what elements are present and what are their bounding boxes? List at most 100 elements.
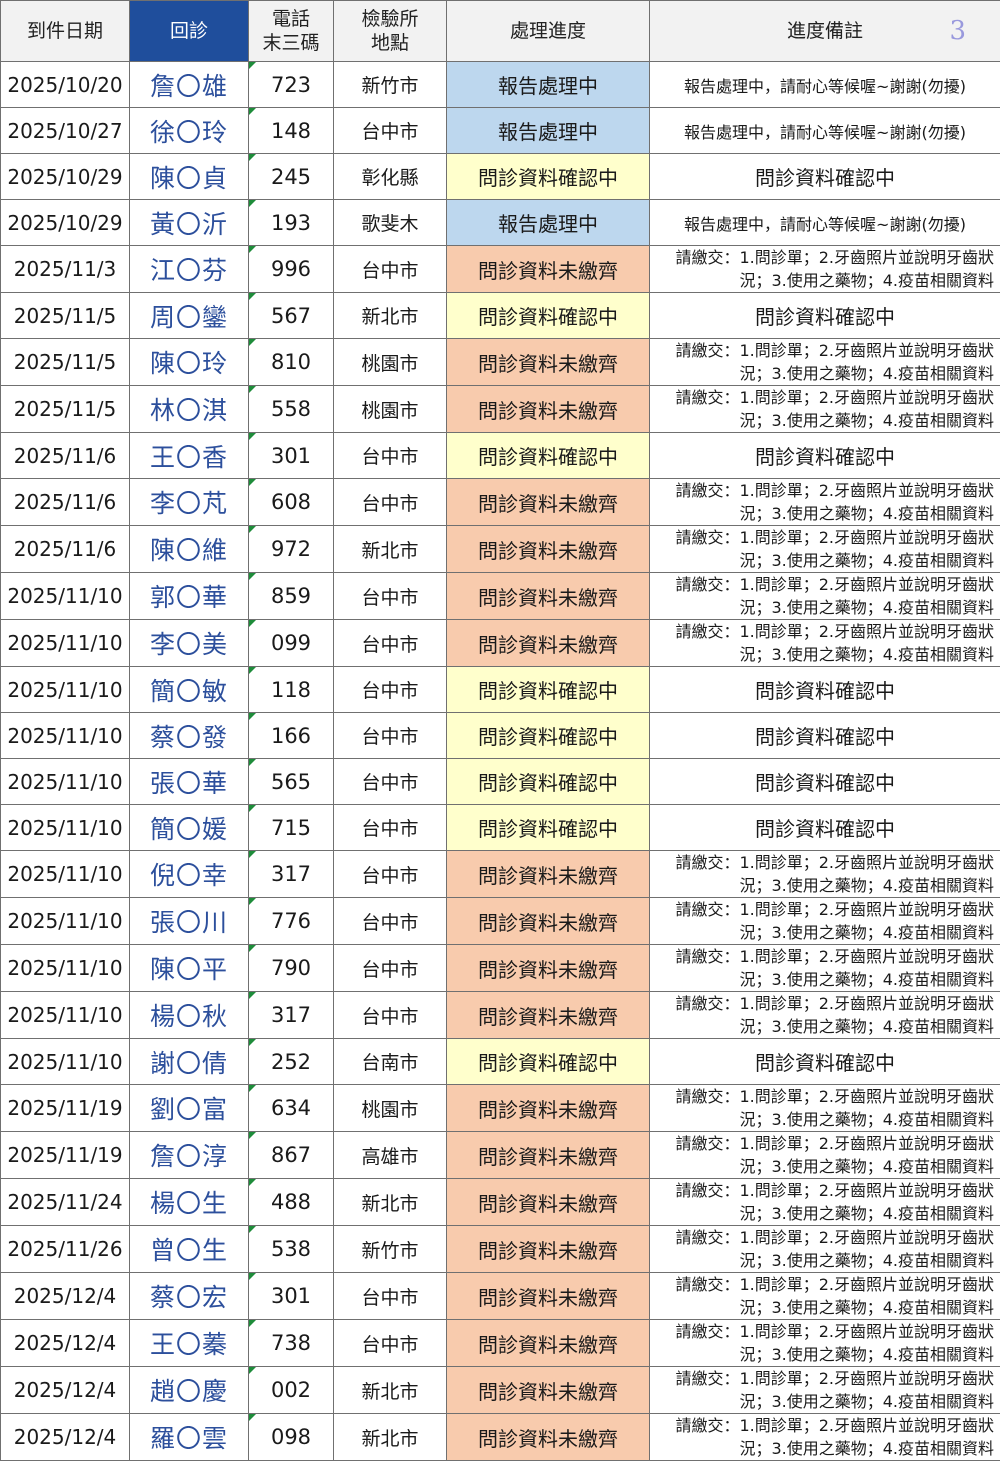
cell-date: 2025/11/10 [1,759,130,805]
cell-tel: 867 [249,1132,334,1179]
cell-note: 請繳交：1.問診單；2.牙齒照片並說明牙齒狀況；3.使用之藥物；4.疫苗相關資料 [650,526,1000,573]
cell-status: 問診資料未繳齊 [447,1085,650,1132]
table-row: 2025/10/27徐〇玲148台中市報告處理中報告處理中，請耐心等候喔~謝謝(… [1,108,1000,154]
cell-location: 台中市 [334,667,447,713]
cell-status: 報告處理中 [447,200,650,246]
table-row: 2025/11/10陳〇平790台中市問診資料未繳齊請繳交：1.問診單；2.牙齒… [1,945,1000,992]
cell-note: 請繳交：1.問診單；2.牙齒照片並說明牙齒狀況；3.使用之藥物；4.疫苗相關資料 [650,1273,1000,1320]
cell-location: 歌斐木 [334,200,447,246]
cell-tel: 810 [249,339,334,386]
cell-status: 問診資料確認中 [447,433,650,479]
cell-tel: 738 [249,1320,334,1367]
page-number: 3 [949,19,966,43]
cell-location: 新北市 [334,293,447,339]
cell-tel: 608 [249,479,334,526]
table-row: 2025/11/10楊〇秋317台中市問診資料未繳齊請繳交：1.問診單；2.牙齒… [1,992,1000,1039]
cell-tel: 723 [249,62,334,108]
cell-status: 問診資料未繳齊 [447,1414,650,1461]
cell-name: 林〇淇 [130,386,249,433]
cell-note: 問診資料確認中 [650,1039,1000,1085]
table-row: 2025/12/4王〇蓁738台中市問診資料未繳齊請繳交：1.問診單；2.牙齒照… [1,1320,1000,1367]
cell-note: 問診資料確認中 [650,713,1000,759]
cell-location: 台南市 [334,1039,447,1085]
cell-location: 台中市 [334,1273,447,1320]
cell-status: 問診資料未繳齊 [447,992,650,1039]
cell-date: 2025/11/19 [1,1085,130,1132]
header-date: 到件日期 [1,1,130,62]
cell-location: 台中市 [334,620,447,667]
table-row: 2025/11/3江〇芬996台中市問診資料未繳齊請繳交：1.問診單；2.牙齒照… [1,246,1000,293]
cell-status: 問診資料確認中 [447,293,650,339]
cell-date: 2025/11/10 [1,945,130,992]
cell-location: 新北市 [334,1367,447,1414]
table-row: 2025/11/5陳〇玲810桃園市問診資料未繳齊請繳交：1.問診單；2.牙齒照… [1,339,1000,386]
cell-note: 問診資料確認中 [650,805,1000,851]
cell-tel: 567 [249,293,334,339]
cell-tel: 166 [249,713,334,759]
cell-name: 李〇美 [130,620,249,667]
cell-name: 張〇華 [130,759,249,805]
cell-note: 問診資料確認中 [650,759,1000,805]
cell-date: 2025/11/26 [1,1226,130,1273]
cell-date: 2025/11/6 [1,479,130,526]
progress-table: 到件日期 回診 電話 末三碼 檢驗所 地點 處理進度 進度備註 3 2025/1… [0,0,1000,1461]
table-row: 2025/11/19詹〇淳867高雄市問診資料未繳齊請繳交：1.問診單；2.牙齒… [1,1132,1000,1179]
cell-tel: 245 [249,154,334,200]
cell-tel: 558 [249,386,334,433]
cell-tel: 118 [249,667,334,713]
cell-location: 彰化縣 [334,154,447,200]
cell-status: 問診資料未繳齊 [447,1320,650,1367]
cell-status: 問診資料確認中 [447,1039,650,1085]
cell-status: 問診資料確認中 [447,759,650,805]
cell-tel: 099 [249,620,334,667]
cell-name: 劉〇富 [130,1085,249,1132]
cell-status: 問診資料未繳齊 [447,1179,650,1226]
cell-tel: 715 [249,805,334,851]
cell-tel: 317 [249,851,334,898]
cell-name: 周〇鑾 [130,293,249,339]
cell-location: 台中市 [334,945,447,992]
cell-tel: 972 [249,526,334,573]
cell-status: 問診資料未繳齊 [447,573,650,620]
cell-tel: 252 [249,1039,334,1085]
table-row: 2025/12/4蔡〇宏301台中市問診資料未繳齊請繳交：1.問診單；2.牙齒照… [1,1273,1000,1320]
cell-name: 黃〇沂 [130,200,249,246]
cell-date: 2025/12/4 [1,1320,130,1367]
header-location-line1: 檢驗所 [334,7,446,31]
table-row: 2025/10/29黃〇沂193歌斐木報告處理中報告處理中，請耐心等候喔~謝謝(… [1,200,1000,246]
cell-note: 請繳交：1.問診單；2.牙齒照片並說明牙齒狀況；3.使用之藥物；4.疫苗相關資料 [650,1414,1000,1461]
cell-note: 請繳交：1.問診單；2.牙齒照片並說明牙齒狀況；3.使用之藥物；4.疫苗相關資料 [650,992,1000,1039]
cell-location: 台中市 [334,433,447,479]
cell-date: 2025/12/4 [1,1414,130,1461]
cell-tel: 317 [249,992,334,1039]
cell-location: 台中市 [334,479,447,526]
cell-tel: 996 [249,246,334,293]
cell-name: 徐〇玲 [130,108,249,154]
cell-date: 2025/11/10 [1,898,130,945]
cell-location: 台中市 [334,573,447,620]
table-row: 2025/11/5周〇鑾567新北市問診資料確認中問診資料確認中 [1,293,1000,339]
cell-note: 請繳交：1.問診單；2.牙齒照片並說明牙齒狀況；3.使用之藥物；4.疫苗相關資料 [650,945,1000,992]
cell-tel: 148 [249,108,334,154]
cell-name: 陳〇維 [130,526,249,573]
cell-name: 江〇芬 [130,246,249,293]
table-row: 2025/11/19劉〇富634桃園市問診資料未繳齊請繳交：1.問診單；2.牙齒… [1,1085,1000,1132]
cell-location: 台中市 [334,108,447,154]
cell-tel: 538 [249,1226,334,1273]
header-tel: 電話 末三碼 [249,1,334,62]
cell-status: 問診資料確認中 [447,667,650,713]
header-location-line2: 地點 [334,31,446,55]
table-row: 2025/11/6陳〇維972新北市問診資料未繳齊請繳交：1.問診單；2.牙齒照… [1,526,1000,573]
cell-date: 2025/11/5 [1,293,130,339]
cell-name: 楊〇秋 [130,992,249,1039]
header-name: 回診 [130,1,249,62]
cell-name: 詹〇淳 [130,1132,249,1179]
cell-status: 問診資料未繳齊 [447,1132,650,1179]
cell-location: 台中市 [334,759,447,805]
cell-note: 請繳交：1.問診單；2.牙齒照片並說明牙齒狀況；3.使用之藥物；4.疫苗相關資料 [650,1085,1000,1132]
cell-note: 請繳交：1.問診單；2.牙齒照片並說明牙齒狀況；3.使用之藥物；4.疫苗相關資料 [650,851,1000,898]
cell-note: 請繳交：1.問診單；2.牙齒照片並說明牙齒狀況；3.使用之藥物；4.疫苗相關資料 [650,898,1000,945]
cell-note: 問診資料確認中 [650,154,1000,200]
cell-tel: 488 [249,1179,334,1226]
cell-note: 請繳交：1.問診單；2.牙齒照片並說明牙齒狀況；3.使用之藥物；4.疫苗相關資料 [650,246,1000,293]
